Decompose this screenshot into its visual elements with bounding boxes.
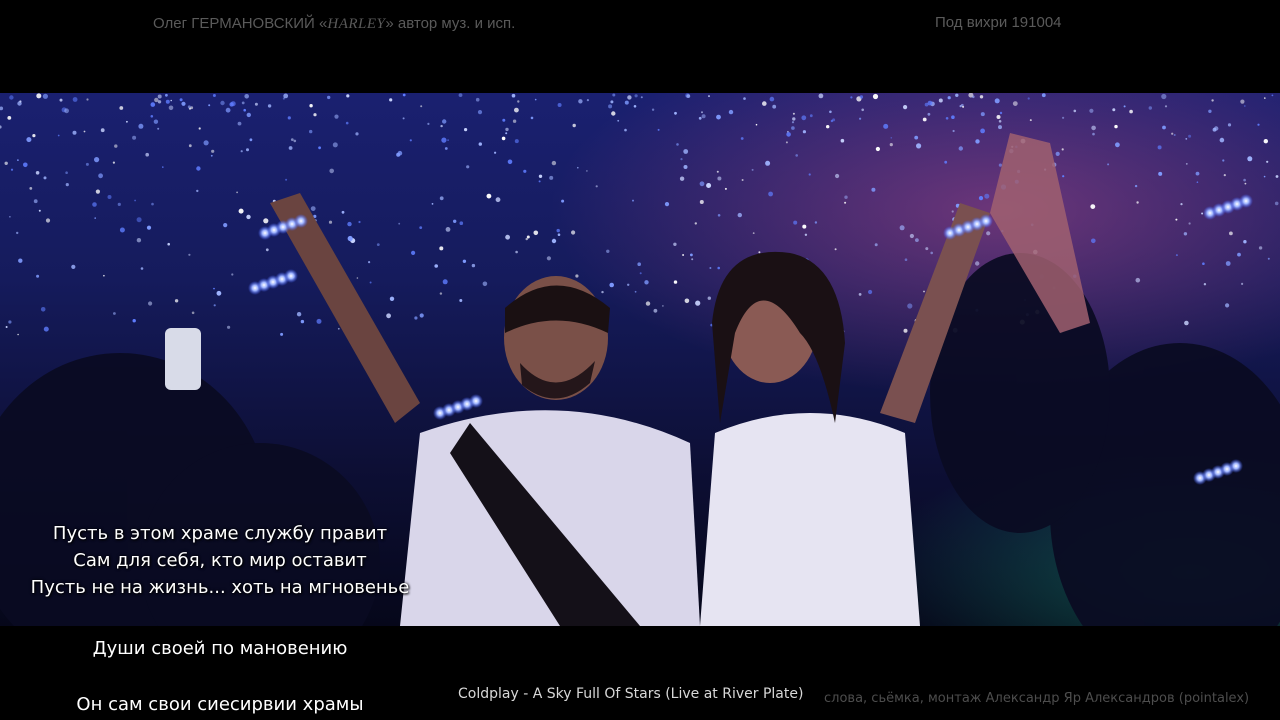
piece-title: Под вихри 191004	[935, 14, 1062, 31]
credits-caption: слова, сьёмка, монтаж Александр Яр Алекс…	[824, 691, 1250, 706]
lyric-line-4: Души своей по мановению	[92, 638, 348, 659]
author-brand: HARLEY	[327, 16, 386, 32]
lyric-line-3: Пусть не на жизнь... хоть на мгновенье	[30, 577, 410, 598]
author-credit: Олег ГЕРМАНОВСКИЙ «HARLEY» автор муз. и …	[153, 15, 515, 33]
song-caption: Coldplay - A Sky Full Of Stars (Live at …	[458, 686, 804, 702]
phone-prop	[165, 328, 201, 390]
lyric-line-5: Он сам свои сиесирвии храмы	[76, 694, 364, 715]
lyric-line-2: Сам для себя, кто мир оставит	[73, 550, 367, 571]
author-prefix: Олег ГЕРМАНОВСКИЙ «	[153, 15, 328, 32]
lyrics-overlay: Пусть в этом храме службу правит Сам для…	[0, 520, 440, 601]
lyric-line-1: Пусть в этом храме службу правит	[52, 523, 388, 544]
author-suffix: » автор муз. и исп.	[385, 15, 516, 32]
